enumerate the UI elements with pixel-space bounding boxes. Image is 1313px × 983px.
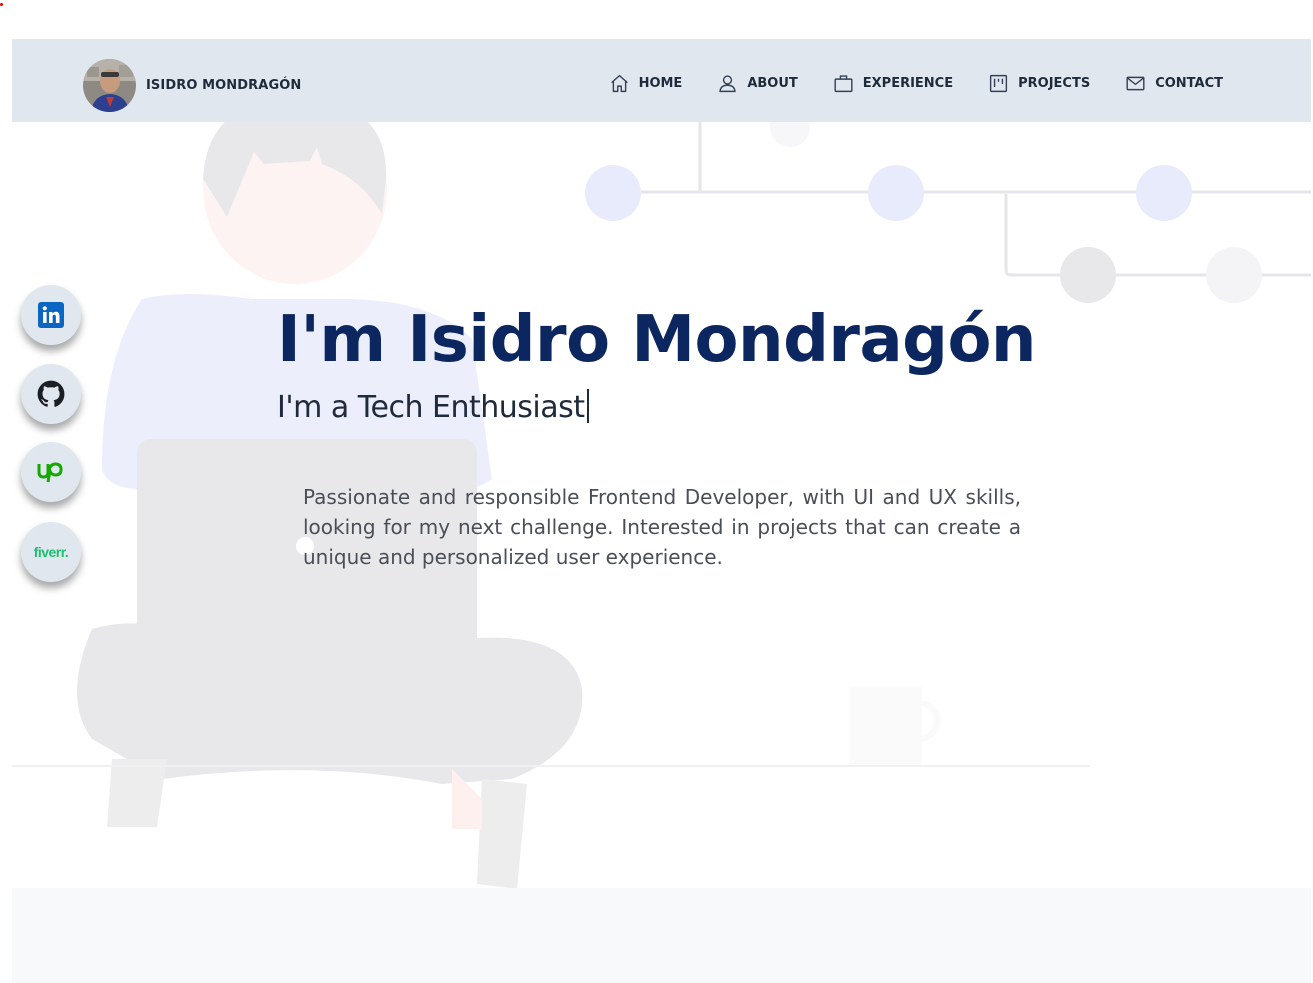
nav-about[interactable]: ABOUT [717,73,798,94]
main-nav: HOME ABOUT EXPERIENCE PROJECTS CONTACT [609,73,1223,94]
mail-icon [1126,76,1145,91]
nav-about-label: ABOUT [747,76,798,91]
top-navbar: ISIDRO MONDRAGÓN HOME ABOUT EXPERIENCE P… [12,39,1311,122]
hero-title: I'm Isidro Mondragón [277,303,1036,377]
hero-description: Passionate and responsible Frontend Deve… [303,485,1021,569]
hero-subtitle-text: I'm a Tech Enthusiast [277,390,585,425]
nav-experience[interactable]: EXPERIENCE [833,73,953,94]
footer-band [12,888,1311,983]
corner-dot [0,3,3,6]
upwork-icon [37,462,63,483]
avatar [83,59,136,112]
github-icon [37,380,65,407]
nav-projects[interactable]: PROJECTS [988,73,1090,94]
home-icon [610,74,628,93]
typing-cursor [586,389,589,423]
nav-home[interactable]: HOME [609,73,683,94]
nav-experience-label: EXPERIENCE [862,76,954,91]
nav-contact[interactable]: CONTACT [1125,73,1223,94]
linkedin-icon [38,302,64,328]
nav-home-label: HOME [638,76,683,91]
page: ISIDRO MONDRAGÓN HOME ABOUT EXPERIENCE P… [12,39,1311,983]
fiverr-icon: fiverr. [33,544,69,560]
kanban-board-icon [990,74,1008,93]
nav-contact-label: CONTACT [1155,76,1223,91]
hero-subtitle: I'm a Tech Enthusiast [277,389,589,425]
linkedin-button[interactable] [21,285,81,345]
brand[interactable]: ISIDRO MONDRAGÓN [83,59,301,112]
user-icon [719,75,737,93]
briefcase-icon [834,75,853,93]
upwork-button[interactable] [21,442,81,502]
github-button[interactable] [21,364,81,424]
brand-name: ISIDRO MONDRAGÓN [146,78,302,93]
nav-projects-label: PROJECTS [1018,76,1091,91]
fiverr-button[interactable]: fiverr. [21,522,81,582]
